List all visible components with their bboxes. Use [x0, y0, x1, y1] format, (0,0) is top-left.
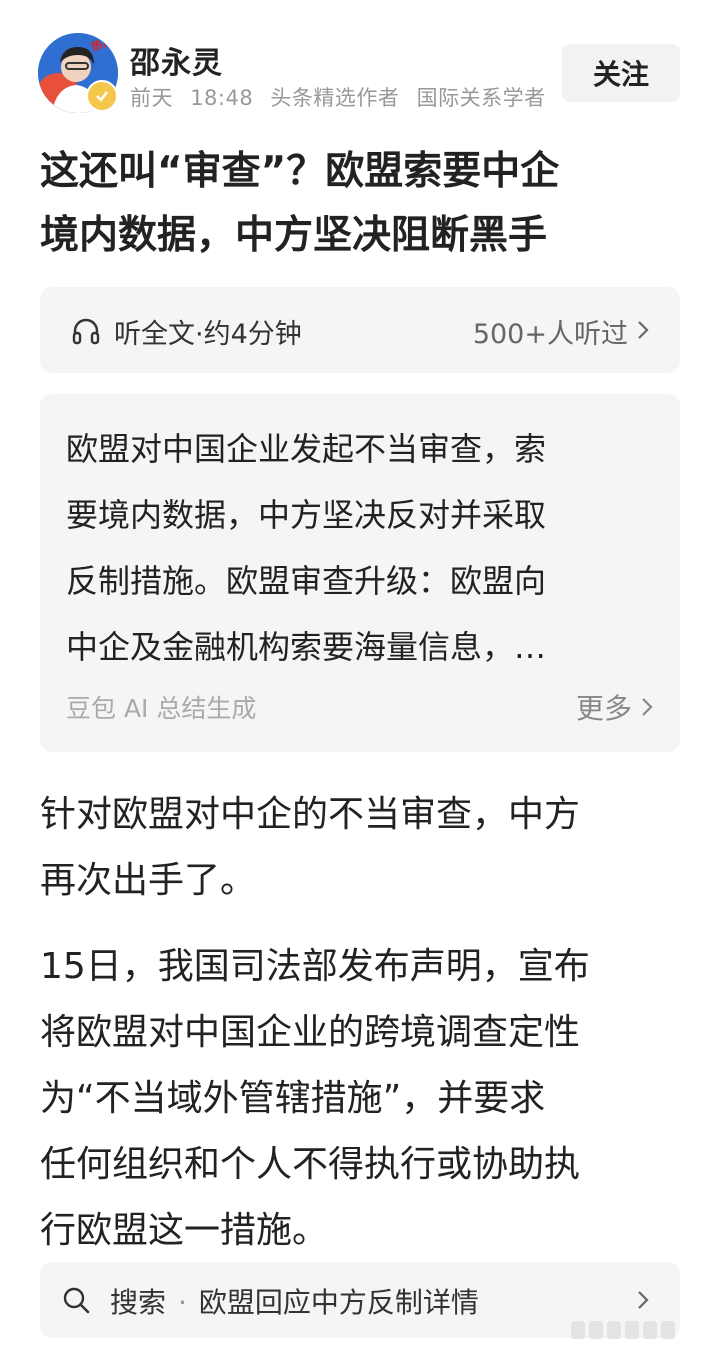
- search-icon: [63, 1287, 90, 1314]
- chevron-right-icon: [638, 321, 649, 339]
- more-button[interactable]: 更多: [576, 687, 654, 727]
- headphones-icon: [72, 318, 100, 345]
- title-line: 这还叫“审查”？欧盟索要中企: [40, 149, 560, 194]
- listen-label: 听全文·约4分钟: [114, 319, 302, 350]
- listen-count: 500+人听过: [472, 319, 628, 350]
- paragraph-line: 再次出手了。: [40, 860, 257, 901]
- chevron-right-icon: [638, 1291, 649, 1309]
- title-line: 境内数据，中方坚决阻断黑手: [40, 213, 548, 258]
- ai-summary-card[interactable]: 欧盟对中国企业发起不当审查，索 要境内数据，中方坚决反对并采取 反制措施。欧盟审…: [40, 394, 680, 752]
- search-query: 欧盟回应中方反制详情: [198, 1286, 479, 1319]
- paragraph-line: 任何组织和个人不得执行或协助执: [40, 1144, 581, 1185]
- article-header: 热点侠 邵永灵 前天 18:48 头条精选作者 国际关系学者 关注: [0, 0, 709, 120]
- summary-text: 欧盟对中国企业发起不当审查，索 要境内数据，中方坚决反对并采取 反制措施。欧盟审…: [66, 416, 660, 680]
- body-paragraph: 针对欧盟对中企的不当审查，中方 再次出手了。: [40, 782, 680, 914]
- chevron-right-icon: [642, 698, 653, 716]
- author-meta: 前天 18:48 头条精选作者 国际关系学者: [130, 82, 556, 112]
- paragraph-line: 行欧盟这一措施。: [40, 1210, 329, 1251]
- page-scroll-indicator: [571, 1318, 691, 1342]
- paragraph-line: 15日，我国司法部发布声明，宣布: [40, 946, 590, 987]
- publish-time: 18:48: [190, 86, 254, 110]
- publish-day: 前天: [130, 86, 173, 110]
- summary-line: 反制措施。欧盟审查升级：欧盟向: [66, 562, 547, 600]
- author-tag-role: 国际关系学者: [416, 86, 546, 110]
- search-label: 搜索 · 欧盟回应中方反制详情: [110, 1281, 479, 1321]
- paragraph-line: 将欧盟对中国企业的跨境调查定性: [40, 1012, 581, 1053]
- summary-line: 中企及金融机构索要海量信息，…: [66, 628, 547, 666]
- separator-dot: ·: [178, 1286, 187, 1319]
- follow-button[interactable]: 关注: [562, 44, 680, 102]
- article-title: 这还叫“审查”？欧盟索要中企 境内数据，中方坚决阻断黑手: [40, 140, 680, 268]
- author-name[interactable]: 邵永灵: [130, 38, 223, 82]
- summary-line: 要境内数据，中方坚决反对并采取: [66, 496, 547, 534]
- author-tag-featured: 头条精选作者: [270, 86, 400, 110]
- more-label: 更多: [575, 692, 632, 725]
- summary-source: 豆包 AI 总结生成: [66, 694, 257, 723]
- paragraph-line: 针对欧盟对中企的不当审查，中方: [40, 794, 581, 835]
- paragraph-line: 为“不当域外管辖措施”，并要求: [40, 1078, 546, 1119]
- body-paragraph: 15日，我国司法部发布声明，宣布 将欧盟对中国企业的跨境调查定性 为“不当域外管…: [40, 934, 680, 1264]
- verified-badge-icon: [86, 80, 118, 112]
- listen-full-article-bar[interactable]: 听全文·约4分钟 500+人听过: [40, 287, 680, 373]
- summary-line: 欧盟对中国企业发起不当审查，索: [66, 430, 547, 468]
- search-prefix: 搜索: [110, 1286, 167, 1319]
